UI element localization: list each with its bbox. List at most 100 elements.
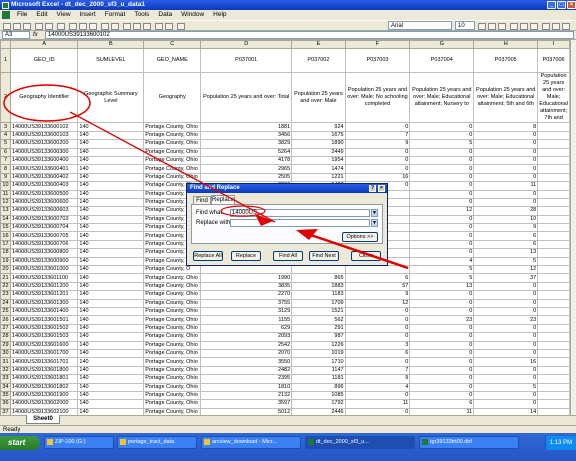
cell[interactable]: Geography — [143, 72, 202, 124]
cell[interactable] — [537, 164, 570, 174]
cell[interactable]: 14000US39133601503 — [9, 332, 79, 342]
cell[interactable]: 1710 — [291, 357, 346, 367]
close-button[interactable]: Close — [351, 251, 381, 261]
cell[interactable]: 0 — [409, 357, 475, 367]
cell[interactable]: 140 — [77, 281, 145, 292]
cell[interactable]: Portage County, Ohio — [143, 332, 202, 342]
select-all-corner[interactable] — [0, 40, 11, 50]
cell[interactable]: 924 — [291, 122, 346, 132]
cell[interactable]: Portage County, Ohio — [143, 290, 202, 300]
cell[interactable]: 0 — [473, 197, 539, 208]
cell[interactable]: 7 — [344, 130, 411, 141]
cell[interactable]: 1810 — [200, 382, 293, 392]
save-icon[interactable] — [23, 23, 31, 30]
cell[interactable]: 9 — [473, 223, 539, 233]
cell[interactable]: 0 — [473, 374, 539, 384]
cell[interactable]: 14000US39133600706 — [9, 239, 79, 250]
cell[interactable]: 140 — [77, 315, 145, 325]
cell[interactable]: 2482 — [200, 365, 293, 376]
font-name-select[interactable]: Arial — [388, 21, 452, 30]
cell[interactable]: 140 — [77, 357, 145, 367]
cell[interactable]: 14000US39133600800 — [9, 248, 79, 258]
cell[interactable] — [537, 239, 570, 250]
help-button[interactable]: ? — [369, 185, 376, 192]
cell[interactable]: 5 — [409, 139, 475, 149]
cell[interactable]: 0 — [409, 155, 475, 166]
cell[interactable]: 2132 — [200, 390, 293, 401]
cell[interactable]: 0 — [409, 214, 475, 225]
cell[interactable] — [537, 248, 570, 258]
row-header[interactable]: 14 — [0, 214, 11, 225]
cell[interactable]: 13 — [409, 281, 475, 292]
col-header[interactable]: I — [537, 40, 570, 50]
row-header[interactable]: 33 — [0, 374, 11, 384]
cell[interactable]: 0 — [409, 181, 475, 191]
cell[interactable]: 14000US39133601900 — [9, 390, 79, 401]
cell[interactable]: Portage County, Ohio — [143, 273, 202, 283]
cell[interactable]: 13 — [473, 248, 539, 258]
cell[interactable]: Portage County, O — [143, 265, 202, 275]
cell[interactable]: 14000US39133601701 — [9, 357, 79, 367]
row-header[interactable]: 18 — [0, 248, 11, 258]
dialog-close-icon[interactable]: × — [378, 185, 385, 192]
cell[interactable]: 14000US39133600400 — [9, 155, 79, 166]
row-header[interactable]: 36 — [0, 399, 11, 409]
print-icon[interactable] — [35, 23, 43, 30]
cell[interactable]: 16 — [344, 172, 411, 183]
col-header[interactable]: H — [473, 40, 539, 50]
cell[interactable]: 140 — [77, 390, 145, 401]
copy-icon[interactable] — [79, 23, 87, 30]
cell[interactable]: 140 — [77, 348, 145, 359]
cell[interactable] — [537, 315, 570, 325]
cell[interactable]: 14000US39133600900 — [9, 256, 79, 267]
cell[interactable]: 896 — [291, 382, 346, 392]
borders-icon[interactable] — [542, 23, 550, 30]
cell[interactable]: 1521 — [291, 306, 346, 317]
cell[interactable]: 0 — [344, 147, 411, 157]
cell[interactable]: 16 — [473, 357, 539, 367]
cell[interactable]: 865 — [291, 273, 346, 283]
cell[interactable]: 3129 — [200, 306, 293, 317]
cell[interactable]: 291 — [291, 323, 346, 334]
sheet-tab[interactable]: Sheet0 — [26, 415, 60, 424]
cell[interactable]: P037002 — [291, 48, 346, 74]
cell[interactable]: 5 — [473, 382, 539, 392]
menu-view[interactable]: View — [57, 11, 71, 18]
spelling-icon[interactable] — [57, 23, 65, 30]
cell[interactable]: 14000US39133601201 — [9, 290, 79, 300]
menu-data[interactable]: Data — [158, 11, 172, 18]
cell[interactable]: 1709 — [291, 298, 346, 309]
col-header[interactable]: C — [143, 40, 202, 50]
replace-button[interactable]: Replace — [231, 251, 261, 261]
cell[interactable]: 14000US39133600703 — [9, 214, 79, 225]
cell[interactable]: 140 — [77, 290, 145, 300]
row-header[interactable]: 24 — [0, 298, 11, 309]
cell[interactable] — [537, 332, 570, 342]
col-header[interactable]: D — [200, 40, 293, 50]
cell[interactable] — [537, 306, 570, 317]
row-header[interactable]: 27 — [0, 323, 11, 334]
cell[interactable]: Portage County, Ohio — [143, 399, 202, 409]
cut-icon[interactable] — [69, 23, 77, 30]
cell[interactable]: 0 — [409, 197, 475, 208]
row-header[interactable]: 20 — [0, 265, 11, 275]
cell[interactable]: 1183 — [291, 290, 346, 300]
find-what-input[interactable]: 14000US — [230, 209, 370, 217]
cell[interactable] — [537, 189, 570, 199]
cell[interactable]: 1890 — [291, 139, 346, 149]
cell[interactable] — [537, 298, 570, 309]
cell[interactable]: 140 — [77, 181, 145, 191]
cell[interactable]: Portage County, Ohio — [143, 357, 202, 367]
cell[interactable] — [537, 147, 570, 157]
cell[interactable] — [537, 214, 570, 225]
cell[interactable]: 1085 — [291, 390, 346, 401]
cell[interactable] — [537, 340, 570, 350]
cell[interactable]: 0 — [344, 323, 411, 334]
cell[interactable]: 5 — [409, 273, 475, 283]
cell[interactable]: 14000US39133601400 — [9, 306, 79, 317]
row-header[interactable]: 4 — [0, 130, 11, 141]
cell[interactable] — [537, 155, 570, 166]
cell[interactable]: 14000US39133601502 — [9, 323, 79, 334]
row-header[interactable]: 8 — [0, 164, 11, 174]
cell[interactable]: 28 — [473, 206, 539, 216]
